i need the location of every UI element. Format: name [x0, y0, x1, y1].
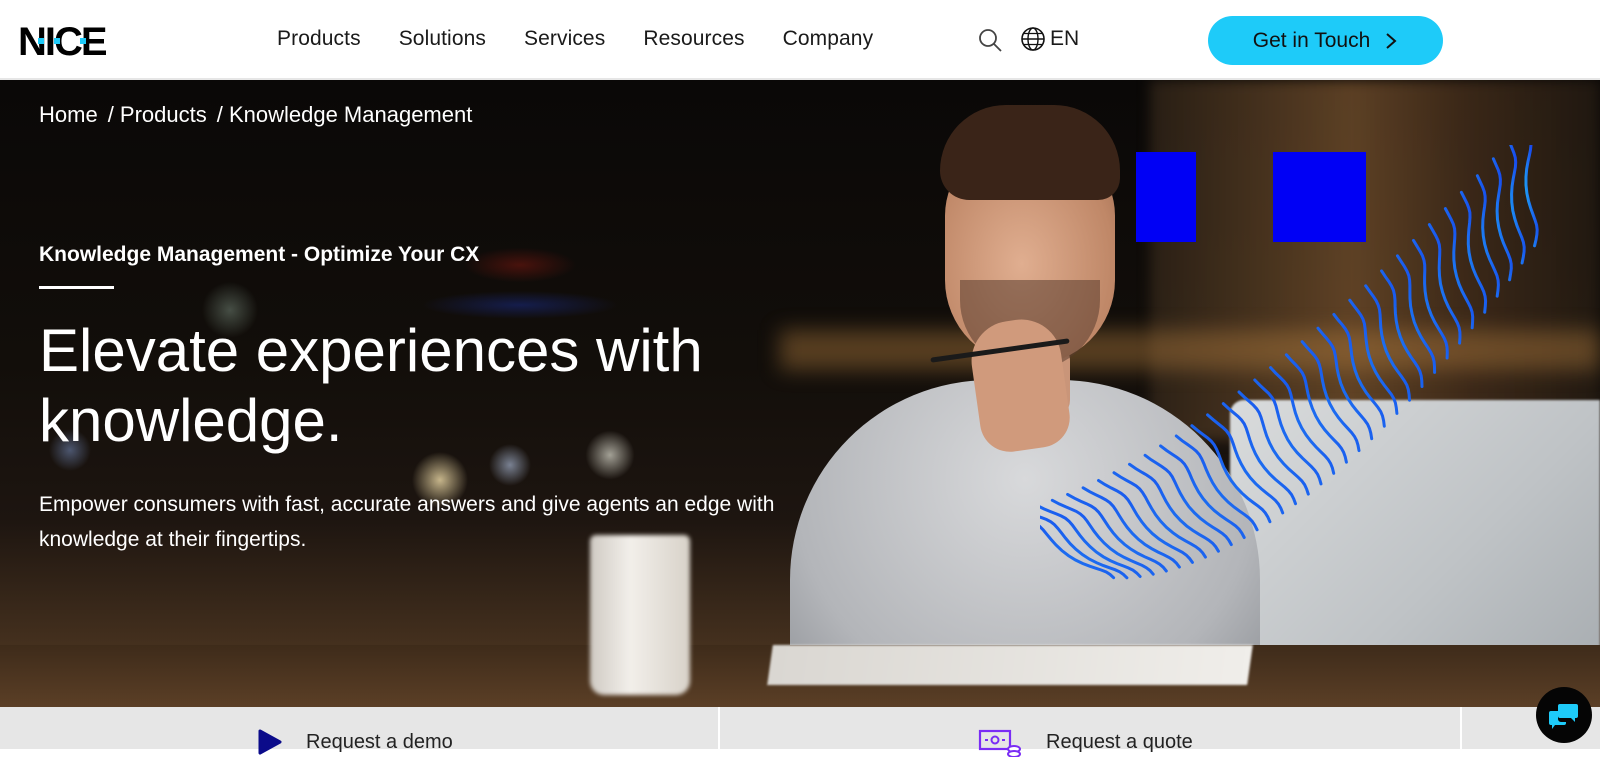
breadcrumb-home[interactable]: Home [39, 102, 98, 128]
nav-solutions[interactable]: Solutions [399, 27, 486, 51]
get-in-touch-label: Get in Touch [1252, 28, 1371, 52]
hero-headline: Elevate experiences with knowledge. [39, 317, 703, 454]
breadcrumb-products[interactable]: / Products [108, 102, 207, 128]
decor-waves [1040, 145, 1539, 580]
hero-subtext: Empower consumers with fast, accurate an… [39, 493, 775, 551]
decor-wave-line [1316, 326, 1374, 441]
decor-wave-line [1112, 471, 1207, 559]
decor-wave-line [1396, 254, 1437, 374]
language-selector[interactable]: EN [1020, 26, 1079, 52]
search-icon[interactable] [977, 27, 1003, 53]
main-nav: Products Solutions Services Resources Co… [277, 27, 911, 51]
eyebrow-underline [39, 286, 114, 289]
decor-wave-line [1491, 157, 1513, 282]
nav-company[interactable]: Company [783, 27, 874, 51]
request-demo-label: Request a demo [306, 731, 453, 753]
chat-button[interactable] [1536, 687, 1592, 743]
decor-wave-line [1475, 174, 1500, 298]
quote-money-icon [978, 729, 1021, 757]
request-demo-button[interactable]: Request a demo [0, 707, 720, 755]
language-label: EN [1050, 27, 1080, 50]
chat-bubbles-icon [1549, 704, 1578, 729]
get-in-touch-button[interactable]: Get in Touch [1208, 16, 1443, 65]
svg-text:NICE: NICE [18, 22, 107, 58]
hero-section: Home / Products / Knowledge Management K… [0, 80, 1600, 707]
decor-wave-line [1332, 312, 1386, 428]
decor-wave-line [1412, 238, 1449, 360]
action-bar: Request a demo Request a quote [0, 707, 1600, 757]
site-header: NICE Products Solutions Services Resourc… [0, 0, 1600, 80]
play-icon [258, 729, 282, 755]
globe-icon [1021, 27, 1045, 51]
coffee-mug [590, 535, 690, 695]
breadcrumb: Home / Products / Knowledge Management [39, 102, 472, 128]
nav-products[interactable]: Products [277, 27, 361, 51]
breadcrumb-current: / Knowledge Management [216, 102, 473, 127]
nice-logo[interactable]: NICE [18, 20, 110, 64]
decor-wave-line [1524, 145, 1539, 248]
nav-services[interactable]: Services [524, 27, 605, 51]
paper-notes [767, 645, 1253, 685]
hero-eyebrow: Knowledge Management - Optimize Your CX [39, 243, 480, 266]
chevron-right-icon [1386, 32, 1397, 49]
nav-resources[interactable]: Resources [643, 27, 744, 51]
decor-wave-line [1509, 145, 1526, 265]
request-quote-button[interactable]: Request a quote [720, 707, 1462, 757]
request-quote-label: Request a quote [1046, 731, 1193, 753]
